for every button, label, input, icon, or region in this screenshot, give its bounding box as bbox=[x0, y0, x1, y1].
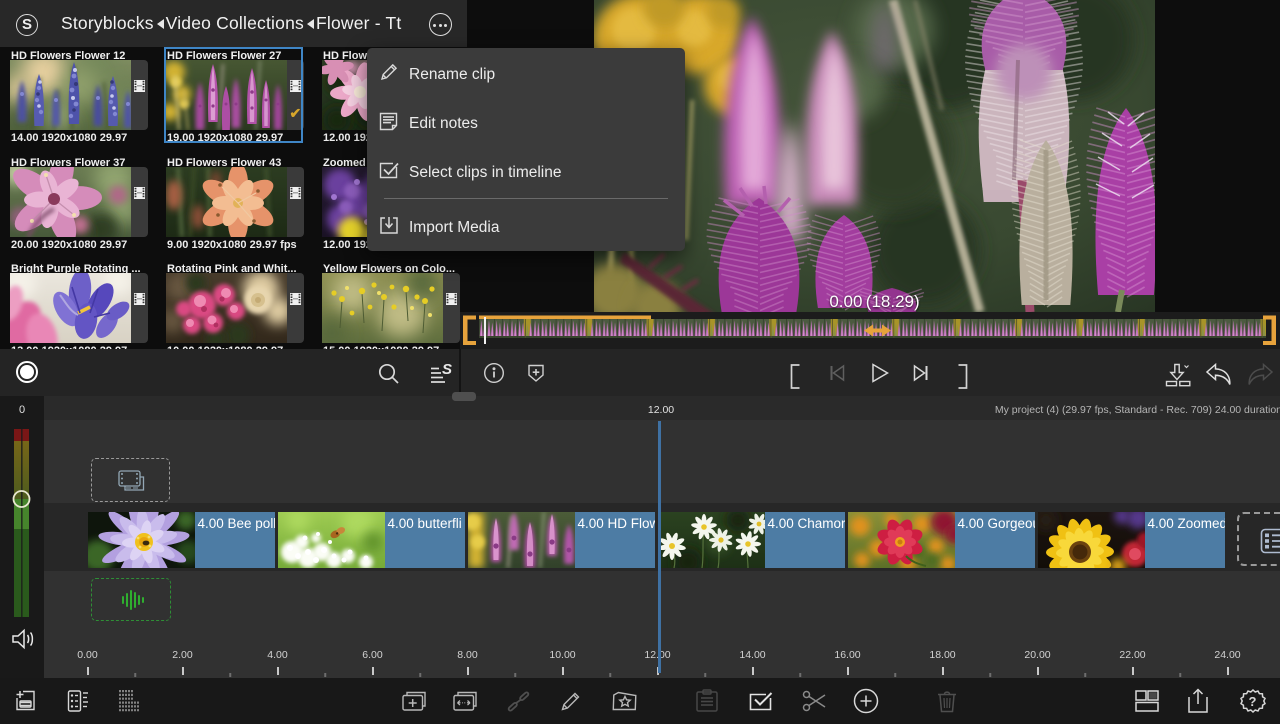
svg-text:?: ? bbox=[1249, 694, 1257, 709]
svg-text:S: S bbox=[442, 362, 452, 378]
